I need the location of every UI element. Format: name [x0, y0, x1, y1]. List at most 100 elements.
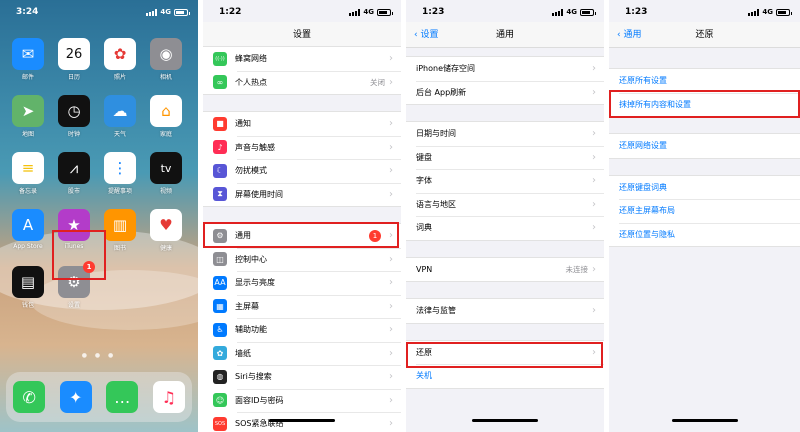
app-appstore[interactable]: A App Store — [12, 209, 44, 252]
list-item[interactable]: ☾ 勿扰模式 › — [203, 159, 401, 183]
app-tv[interactable]: tv 视频 — [150, 152, 182, 195]
chevron-right-icon: › — [592, 151, 596, 163]
tutorial-strip: 3:24 4G ✉ 邮件 26 日历 ✿ 照片 ◉ 相机 ➤ 地图 ◷ 时钟 ☁ 天气 ⌂ 家庭 ≡ 备忘录 ⩘ 股市… — [0, 0, 800, 432]
messages-icon[interactable]: … — [106, 381, 139, 413]
chevron-right-icon: › — [389, 141, 393, 153]
app-maps[interactable]: ➤ 地图 — [12, 95, 44, 138]
list-item[interactable]: 字体 › — [406, 169, 604, 193]
list-item[interactable]: ♿ 辅助功能 › — [203, 318, 401, 342]
app-weather[interactable]: ☁ 天气 — [104, 95, 136, 138]
list-item[interactable]: SOS SOS紧急联络 › — [203, 412, 401, 432]
list-item[interactable]: 关机 — [406, 364, 604, 388]
battery-icon — [377, 8, 393, 16]
app-books[interactable]: ▥ 图书 — [104, 209, 136, 252]
list-item[interactable]: ✿ 墙纸 › — [203, 341, 401, 366]
app-label: 钱包 — [21, 302, 34, 309]
app-photos[interactable]: ✿ 照片 — [104, 38, 136, 81]
battery-icon — [776, 8, 792, 16]
list-item[interactable]: 还原网络设置 — [609, 134, 800, 158]
homescreen-icon: ▦ — [213, 299, 227, 314]
chevron-right-icon: › — [389, 324, 393, 336]
list-item[interactable]: ◫ 控制中心 › — [203, 247, 401, 272]
list-item[interactable]: 法律与监管 › — [406, 299, 604, 323]
list-item[interactable]: VPN 未连接 › — [406, 258, 604, 282]
list-item[interactable]: 语言与地区 › — [406, 192, 604, 217]
reset-panel: 1:23 4G ‹ 通用 还原 还原所有设置 抹掉所有内容和设置 还原网络设置 还原键… — [609, 0, 800, 432]
cellular-icon: ((·)) — [213, 51, 227, 66]
list-item[interactable]: ((·)) 蜂窝网络 › — [203, 47, 401, 71]
app-camera[interactable]: ◉ 相机 — [150, 38, 182, 81]
controlcenter-icon: ◫ — [213, 252, 227, 267]
list-item-label: 还原位置与隐私 — [619, 229, 675, 239]
status-bar: 3:24 4G — [0, 0, 198, 22]
app-mail[interactable]: ✉ 邮件 — [12, 38, 44, 81]
list-group: iPhone储存空间 › 后台 App刷新 › — [406, 56, 604, 105]
home-icon: ⌂ — [150, 95, 182, 127]
list-item[interactable]: 后台 App刷新 › — [406, 80, 604, 105]
notes-icon: ≡ — [12, 152, 44, 184]
app-home[interactable]: ⌂ 家庭 — [150, 95, 182, 138]
signal-icon — [146, 8, 158, 16]
list-item-label: 墙纸 — [235, 348, 251, 358]
app-notes[interactable]: ≡ 备忘录 — [12, 152, 44, 195]
list-item[interactable]: ▦ 主屏幕 › — [203, 294, 401, 319]
app-wallet[interactable]: ▤ 钱包 — [12, 266, 44, 309]
list-item-label: 通知 — [235, 119, 251, 129]
page-dots: ● ● ● — [81, 352, 117, 359]
general-list: iPhone储存空间 › 后台 App刷新 › 日期与时间 › 键盘 › 字体 › 语言与地区 › 词典… — [406, 56, 604, 405]
home-indicator — [671, 419, 738, 422]
back-button[interactable]: ‹ 设置 — [414, 22, 438, 48]
list-item[interactable]: ∞ 个人热点 关闭 › — [203, 70, 401, 95]
list-item-label: 语言与地区 — [416, 199, 456, 209]
list-item[interactable]: 还原所有设置 — [609, 69, 800, 93]
list-item[interactable]: 抹掉所有内容和设置 — [609, 92, 800, 117]
app-label: 地图 — [21, 131, 34, 138]
list-item[interactable]: ■ 通知 › — [203, 112, 401, 136]
list-item-label: 声音与触感 — [235, 142, 275, 152]
faceid-icon: ☺ — [213, 393, 227, 408]
list-item[interactable]: 键盘 › — [406, 145, 604, 170]
list-item[interactable]: iPhone储存空间 › — [406, 57, 604, 81]
list-item[interactable]: ☺ 面容ID与密码 › — [203, 388, 401, 413]
app-clock[interactable]: ◷ 时钟 — [58, 95, 90, 138]
list-item[interactable]: ⧗ 屏幕使用时间 › — [203, 182, 401, 207]
app-reminders[interactable]: ⋮ 提醒事项 — [104, 152, 136, 195]
list-item[interactable]: ◍ Siri与搜索 › — [203, 365, 401, 389]
list-item-label: Siri与搜索 — [235, 372, 272, 382]
clock-icon: ◷ — [58, 95, 90, 127]
list-item-label: VPN — [416, 264, 433, 274]
back-label: 通用 — [623, 30, 642, 40]
general-icon: ⚙ — [213, 228, 227, 243]
back-button[interactable]: ‹ 通用 — [617, 22, 641, 48]
list-item-label: 勿扰模式 — [235, 166, 267, 176]
list-item[interactable]: 还原位置与隐私 — [609, 222, 800, 247]
chevron-right-icon: › — [592, 128, 596, 140]
list-group: 法律与监管 › — [406, 298, 604, 324]
list-item[interactable]: 还原 › — [406, 341, 604, 365]
list-item-label: 屏幕使用时间 — [235, 189, 283, 199]
safari-icon[interactable]: ✦ — [59, 381, 92, 413]
app-calendar[interactable]: 26 日历 — [58, 38, 90, 81]
app-label: 设置 — [67, 302, 80, 309]
status-indicators: 4G — [146, 8, 190, 16]
list-item[interactable]: ♪ 声音与触感 › — [203, 135, 401, 160]
maps-icon: ➤ — [12, 95, 44, 127]
signal-icon — [552, 8, 564, 16]
chevron-right-icon: › — [592, 222, 596, 234]
list-item[interactable]: 日期与时间 › — [406, 122, 604, 146]
list-item[interactable]: ⚙ 通用 1 › — [203, 224, 401, 248]
app-label: 视频 — [159, 188, 172, 195]
health-icon: ♥ — [150, 209, 182, 241]
music-icon[interactable]: ♫ — [152, 381, 185, 413]
list-item[interactable]: 词典 › — [406, 216, 604, 240]
list-item[interactable]: 还原键盘词典 — [609, 176, 800, 200]
list-item-label: 控制中心 — [235, 254, 267, 264]
app-health[interactable]: ♥ 健康 — [150, 209, 182, 252]
app-stocks[interactable]: ⩘ 股市 — [58, 152, 90, 195]
list-item[interactable]: AA 显示与亮度 › — [203, 271, 401, 295]
list-item[interactable]: 还原主屏幕布局 — [609, 199, 800, 223]
phone-icon[interactable]: ✆ — [13, 381, 46, 413]
app-label: App Store — [13, 243, 43, 250]
list-item-label: 还原所有设置 — [619, 76, 667, 86]
list-item-label: 日期与时间 — [416, 129, 456, 139]
